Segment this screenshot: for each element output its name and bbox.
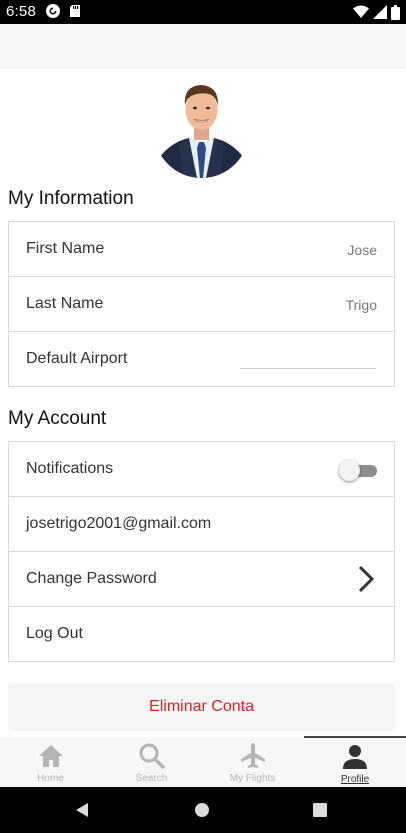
tab-profile[interactable]: Profile	[304, 736, 406, 788]
log-out-label: Log Out	[26, 625, 83, 642]
signal-icon	[373, 5, 387, 19]
notifications-label: Notifications	[26, 460, 114, 477]
notifications-row: Notifications	[9, 442, 394, 497]
bottom-tab-bar: Home Search My Flights Profile	[0, 736, 406, 788]
delete-account-button[interactable]: Eliminar Conta	[8, 683, 395, 731]
wifi-icon	[353, 5, 369, 18]
default-airport-row[interactable]: Default Airport	[9, 332, 394, 387]
search-icon	[139, 743, 165, 770]
system-nav-bar	[0, 787, 406, 833]
last-name-label: Last Name	[26, 295, 104, 312]
airplane-icon	[240, 743, 265, 768]
tab-search-label: Search	[135, 773, 168, 784]
change-password-row[interactable]: Change Password	[9, 552, 394, 607]
status-time: 6:58	[6, 3, 36, 20]
back-icon[interactable]	[74, 802, 90, 818]
pocket-casts-icon	[46, 4, 60, 18]
first-name-label: First Name	[26, 240, 105, 257]
log-out-row[interactable]: Log Out	[9, 607, 394, 662]
tab-my-flights[interactable]: My Flights	[202, 737, 303, 787]
my-account-heading: My Account	[8, 408, 107, 429]
notifications-toggle[interactable]	[339, 460, 377, 481]
default-airport-label: Default Airport	[26, 350, 128, 367]
home-icon	[38, 745, 63, 767]
tab-search[interactable]: Search	[101, 737, 202, 787]
chevron-right-icon	[358, 565, 374, 593]
battery-icon	[391, 4, 400, 20]
first-name-value[interactable]: Jose	[347, 242, 377, 258]
default-airport-input-underline[interactable]	[240, 368, 376, 369]
my-information-heading: My Information	[8, 188, 134, 209]
tab-home[interactable]: Home	[0, 737, 101, 787]
tab-home-label: Home	[37, 773, 64, 784]
toggle-knob	[339, 460, 360, 481]
tab-profile-label: Profile	[340, 774, 370, 785]
tab-my-flights-label: My Flights	[229, 773, 276, 784]
change-password-label: Change Password	[26, 570, 157, 587]
last-name-row[interactable]: Last Name Trigo	[9, 277, 394, 332]
recents-icon[interactable]	[312, 802, 328, 818]
email-row: josetrigo2001@gmail.com	[9, 497, 394, 552]
home-nav-icon[interactable]	[194, 802, 210, 818]
my-account-card: Notifications josetrigo2001@gmail.com Ch…	[8, 441, 395, 662]
profile-avatar[interactable]	[153, 78, 250, 178]
email-text: josetrigo2001@gmail.com	[26, 515, 212, 532]
first-name-row[interactable]: First Name Jose	[9, 222, 394, 277]
avatar-photo	[153, 78, 250, 178]
my-information-card: First Name Jose Last Name Trigo Default …	[8, 221, 395, 387]
status-bar: 6:58	[0, 0, 406, 24]
sd-card-icon	[70, 5, 80, 17]
app-bar	[0, 24, 406, 69]
last-name-value[interactable]: Trigo	[346, 297, 377, 313]
person-icon	[343, 745, 367, 769]
